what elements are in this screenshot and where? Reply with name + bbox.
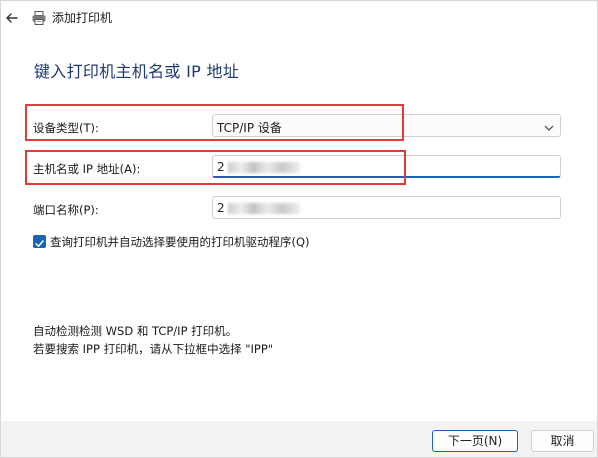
query-printer-checkbox[interactable] <box>33 235 46 248</box>
back-arrow-icon[interactable] <box>2 8 22 28</box>
printer-icon <box>31 10 47 26</box>
page-heading: 键入打印机主机名或 IP 地址 <box>34 62 240 81</box>
title-bar: 添加打印机 <box>0 0 598 34</box>
cancel-button[interactable]: 取消 <box>531 430 594 452</box>
device-type-value: TCP/IP 设备 <box>217 121 282 135</box>
info-text-line1: 自动检测检测 WSD 和 TCP/IP 打印机。 <box>33 324 238 338</box>
info-text-line2: 若要搜索 IPP 打印机，请从下拉框中选择 "IPP" <box>33 342 274 356</box>
port-value: 2 <box>217 201 225 215</box>
port-label: 端口名称(P): <box>33 203 99 217</box>
next-button[interactable]: 下一页(N) <box>432 430 518 452</box>
chevron-down-icon <box>544 121 554 131</box>
window-title: 添加打印机 <box>52 11 113 25</box>
hostname-label: 主机名或 IP 地址(A): <box>33 162 141 176</box>
device-type-label: 设备类型(T): <box>33 121 99 135</box>
redacted-text <box>227 203 300 214</box>
redacted-text <box>227 162 300 173</box>
device-type-select[interactable]: TCP/IP 设备 <box>212 114 561 137</box>
hostname-value: 2 <box>217 160 225 174</box>
checkmark-icon <box>35 240 44 247</box>
port-name-input[interactable]: 2 <box>212 196 561 219</box>
query-printer-label: 查询打印机并自动选择要使用的打印机驱动程序(Q) <box>50 235 310 249</box>
hostname-input[interactable]: 2 <box>212 155 561 178</box>
